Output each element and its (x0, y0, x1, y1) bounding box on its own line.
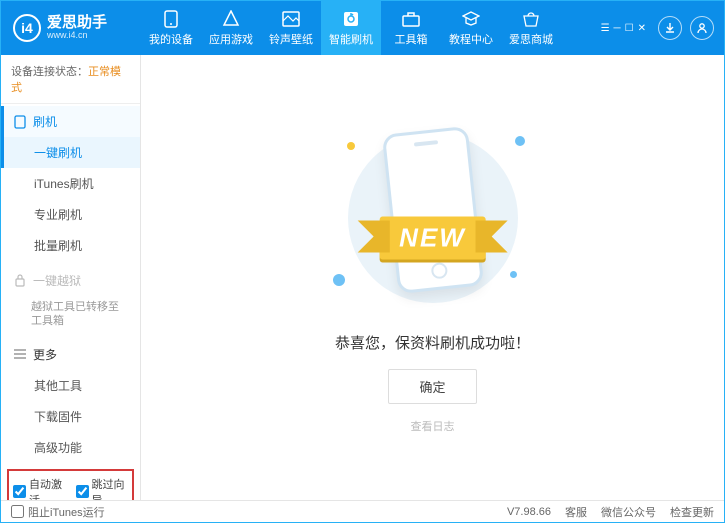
device-icon (161, 10, 181, 28)
checkbox-skip-guide[interactable] (76, 485, 89, 498)
app-url: www.i4.cn (47, 31, 107, 41)
logo-text: 爱思助手 www.i4.cn (47, 15, 107, 41)
logo-icon: i4 (13, 14, 41, 42)
sidebar-head-flash[interactable]: 刷机 (1, 106, 140, 137)
jailbreak-note: 越狱工具已转移至工具箱 (1, 296, 140, 335)
close-icon[interactable]: ✕ (638, 23, 646, 34)
connection-prefix: 设备连接状态： (11, 66, 88, 78)
flash-icon (341, 10, 361, 28)
checkbox-block-itunes[interactable] (11, 505, 24, 518)
version-label: V7.98.66 (507, 506, 551, 518)
sidebar-head-jailbreak[interactable]: 一键越狱 (1, 265, 140, 296)
nav-smart-flash[interactable]: 智能刷机 (321, 1, 381, 55)
nav-my-device[interactable]: 我的设备 (141, 1, 201, 55)
sidebar-item-download-firmware[interactable]: 下载固件 (1, 401, 140, 432)
window-controls: ☰ ─ ☐ ✕ (601, 23, 646, 34)
sidebar-item-other-tools[interactable]: 其他工具 (1, 370, 140, 401)
ok-button[interactable]: 确定 (388, 369, 476, 404)
checkbox-auto-activate[interactable] (13, 485, 26, 498)
titlebar: i4 爱思助手 www.i4.cn 我的设备 应用游戏 铃声壁纸 智能刷机 (1, 1, 724, 55)
apps-icon (221, 10, 241, 28)
wechat-link[interactable]: 微信公众号 (601, 504, 656, 520)
nav-label: 我的设备 (149, 31, 193, 47)
maximize-icon[interactable]: ☐ (625, 23, 634, 34)
sidebar: 设备连接状态：正常模式 刷机 一键刷机 iTunes刷机 专业刷机 批量刷机 一… (1, 55, 141, 500)
lock-icon (13, 274, 27, 288)
statusbar-right: V7.98.66 客服 微信公众号 检查更新 (507, 504, 714, 520)
body: 设备连接状态：正常模式 刷机 一键刷机 iTunes刷机 专业刷机 批量刷机 一… (1, 55, 724, 500)
sidebar-head-label: 更多 (33, 346, 57, 363)
connection-status: 设备连接状态：正常模式 (1, 55, 140, 104)
store-icon (521, 10, 541, 28)
sidebar-jailbreak-section: 一键越狱 越狱工具已转移至工具箱 (1, 263, 140, 337)
nav-store[interactable]: 爱思商城 (501, 1, 561, 55)
nav-apps[interactable]: 应用游戏 (201, 1, 261, 55)
check-skip-guide[interactable]: 跳过向导 (76, 476, 129, 500)
sidebar-item-pro[interactable]: 专业刷机 (1, 199, 140, 230)
nav-tutorials[interactable]: 教程中心 (441, 1, 501, 55)
sidebar-bottom: 自动激活 跳过向导 iPhone 12 mini 64GB Down-12min… (1, 465, 140, 500)
top-nav: 我的设备 应用游戏 铃声壁纸 智能刷机 工具箱 教程中心 (141, 1, 561, 55)
support-link[interactable]: 客服 (565, 504, 587, 520)
statusbar: 阻止iTunes运行 V7.98.66 客服 微信公众号 检查更新 (1, 500, 724, 522)
minimize-icon[interactable]: ─ (614, 23, 621, 34)
menu-icon[interactable]: ☰ (601, 23, 610, 34)
sidebar-flash-section: 刷机 一键刷机 iTunes刷机 专业刷机 批量刷机 (1, 104, 140, 263)
user-button[interactable] (690, 16, 714, 40)
sidebar-item-advanced[interactable]: 高级功能 (1, 432, 140, 463)
sidebar-item-itunes[interactable]: iTunes刷机 (1, 168, 140, 199)
nav-ringtones[interactable]: 铃声壁纸 (261, 1, 321, 55)
sidebar-more-section: 更多 其他工具 下载固件 高级功能 (1, 337, 140, 465)
sidebar-head-label: 一键越狱 (33, 272, 81, 289)
app-window: i4 爱思助手 www.i4.cn 我的设备 应用游戏 铃声壁纸 智能刷机 (0, 0, 725, 523)
titlebar-right: ☰ ─ ☐ ✕ (601, 16, 724, 40)
nav-label: 应用游戏 (209, 31, 253, 47)
nav-label: 工具箱 (395, 31, 428, 47)
nav-label: 智能刷机 (329, 31, 373, 47)
success-message: 恭喜您，保资料刷机成功啦！ (335, 332, 530, 353)
nav-label: 教程中心 (449, 31, 493, 47)
sidebar-head-label: 刷机 (33, 113, 57, 130)
app-name: 爱思助手 (47, 15, 107, 32)
option-checks: 自动激活 跳过向导 (7, 469, 134, 500)
check-auto-activate[interactable]: 自动激活 (13, 476, 66, 500)
wallpaper-icon (281, 10, 301, 28)
sidebar-head-more[interactable]: 更多 (1, 339, 140, 370)
view-log-link[interactable]: 查看日志 (411, 418, 455, 434)
sidebar-item-batch[interactable]: 批量刷机 (1, 230, 140, 261)
toolbox-icon (401, 10, 421, 28)
block-itunes-check[interactable]: 阻止iTunes运行 (11, 504, 105, 520)
nav-label: 爱思商城 (509, 31, 553, 47)
download-button[interactable] (658, 16, 682, 40)
ribbon-label: NEW (379, 216, 486, 259)
logo-area: i4 爱思助手 www.i4.cn (1, 14, 141, 42)
check-update-link[interactable]: 检查更新 (670, 504, 714, 520)
sidebar-item-oneclick[interactable]: 一键刷机 (1, 137, 140, 168)
list-icon (13, 347, 27, 361)
tutorial-icon (461, 10, 481, 28)
main-content: NEW 恭喜您，保资料刷机成功啦！ 确定 查看日志 (141, 55, 724, 500)
nav-toolbox[interactable]: 工具箱 (381, 1, 441, 55)
success-illustration: NEW (323, 122, 543, 322)
phone-icon (13, 115, 27, 129)
nav-label: 铃声壁纸 (269, 31, 313, 47)
